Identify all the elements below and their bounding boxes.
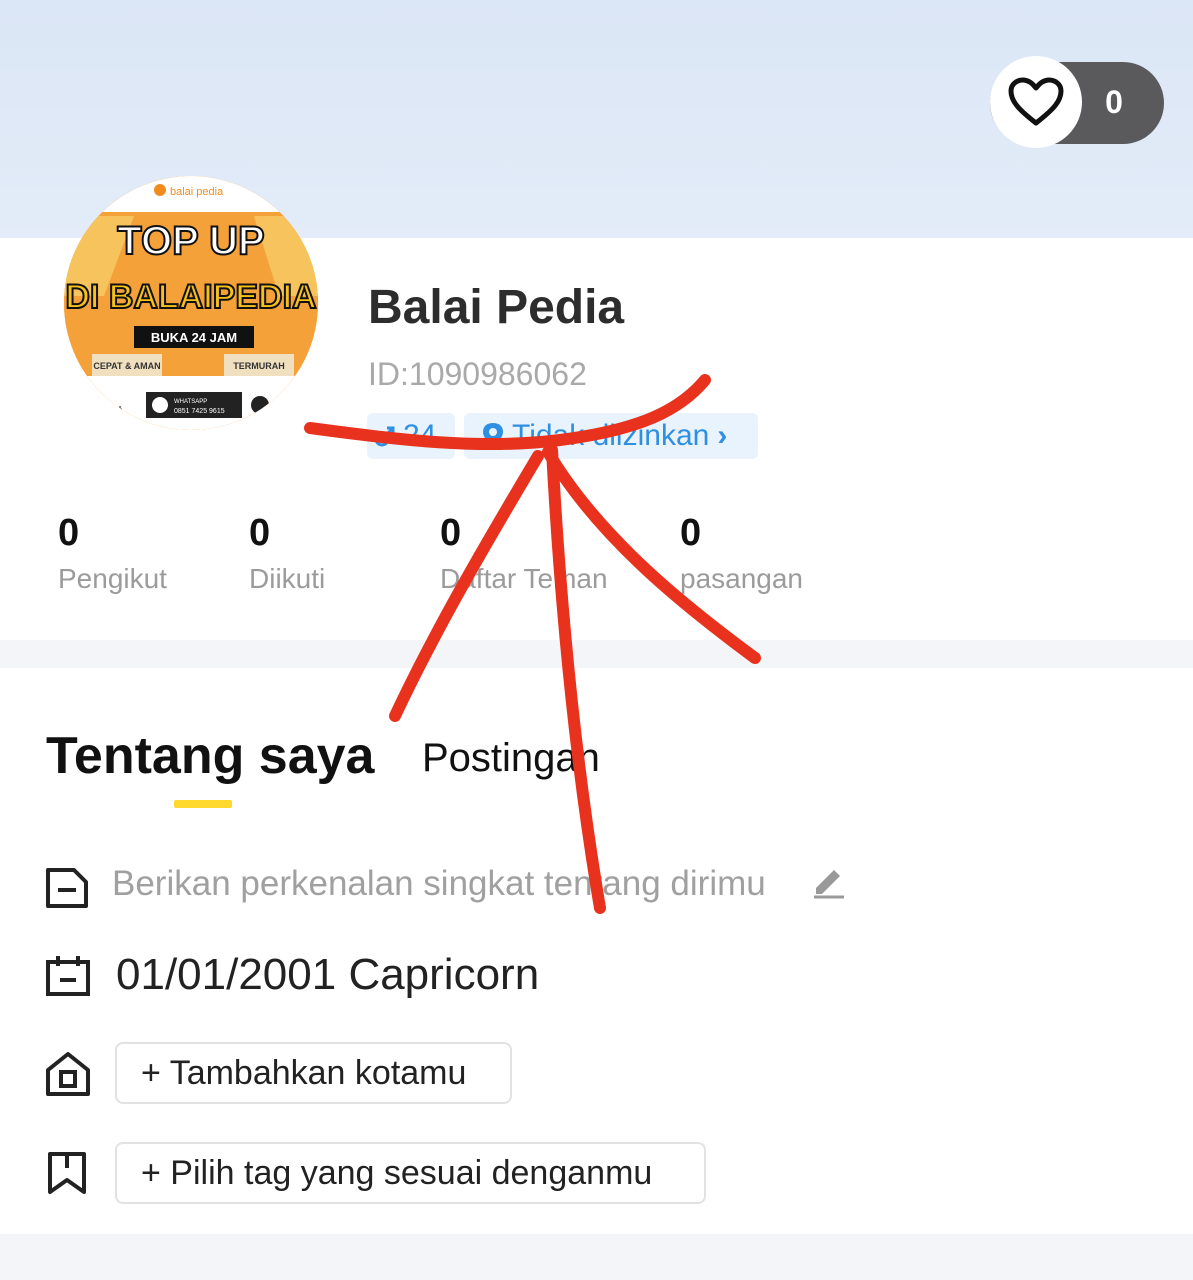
choose-tag-button[interactable]: + Pilih tag yang sesuai denganmu [115, 1142, 706, 1204]
avatar-image: balai pedia TOP UP DI BALAIPEDIA BUKA 24… [64, 176, 318, 430]
stat-label: pasangan [680, 563, 804, 594]
avatar-headline-top: TOP UP [117, 219, 264, 263]
avatar[interactable]: balai pedia TOP UP DI BALAIPEDIA BUKA 24… [64, 176, 318, 430]
chevron-right-icon: › [717, 419, 728, 452]
age-chip-label: 24 [403, 419, 437, 452]
stat-friends[interactable]: 0 Daftar Teman [440, 512, 608, 595]
stat-partner[interactable]: 0 pasangan [680, 512, 803, 595]
avatar-left-tag: CEPAT & AMAN [93, 361, 160, 371]
stat-label: Daftar Teman [440, 563, 608, 594]
stat-value: 0 [58, 512, 80, 554]
like-count: 0 [1105, 84, 1123, 120]
stat-following[interactable]: 0 Diikuti [249, 512, 325, 595]
intro-placeholder[interactable]: Berikan perkenalan singkat tentang dirim… [112, 864, 766, 904]
birthday-zodiac: 01/01/2001 Capricorn [116, 950, 540, 999]
avatar-hours: BUKA 24 JAM [151, 330, 237, 345]
avatar-brand: balai pedia [170, 186, 224, 198]
stat-label: Diikuti [249, 563, 326, 594]
heart-icon [1008, 77, 1064, 126]
location-chip-label: Tidak diizinkan [512, 419, 710, 452]
location-pin-icon [483, 423, 503, 449]
stat-value: 0 [440, 512, 462, 554]
tab-posts[interactable]: Postingan [422, 736, 600, 781]
bookmark-icon [44, 1150, 90, 1201]
add-city-button[interactable]: + Tambahkan kotamu [115, 1042, 512, 1104]
tab-active-indicator [174, 800, 232, 808]
avatar-whatsapp-label: WHATSAPP [174, 399, 207, 405]
stat-label: Pengikut [58, 563, 167, 594]
tab-about[interactable]: Tentang saya [46, 726, 374, 786]
stat-value: 0 [680, 512, 702, 554]
age-chip: 24 [367, 413, 455, 459]
location-chip[interactable]: Tidak diizinkan › [464, 413, 758, 459]
male-icon [374, 426, 395, 447]
avatar-right-tag: TERMURAH [233, 361, 285, 371]
calendar-icon [44, 954, 92, 1003]
avatar-headline-bottom: DI BALAIPEDIA [65, 278, 316, 316]
avatar-whatsapp-number: 0851 7425 9615 [174, 408, 225, 415]
document-icon [44, 866, 90, 915]
home-icon [44, 1050, 92, 1103]
stat-value: 0 [249, 512, 271, 554]
profile-name: Balai Pedia [368, 281, 625, 334]
like-button[interactable] [990, 56, 1082, 148]
stat-followers[interactable]: 0 Pengikut [58, 512, 167, 595]
profile-id: ID:1090986062 [368, 356, 587, 392]
pencil-icon[interactable] [810, 864, 846, 905]
